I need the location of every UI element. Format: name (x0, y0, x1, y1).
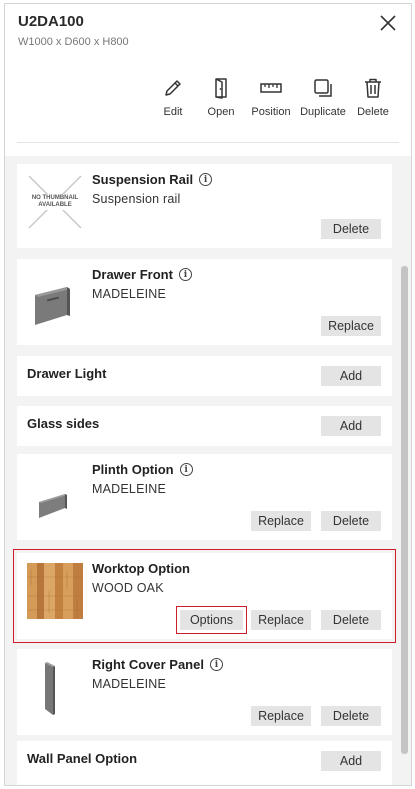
list-item-wall-panel-option: Wall Panel Option Add (17, 741, 392, 785)
item-name: Plinth Option i (92, 462, 193, 477)
list-item-drawer-light: Drawer Light Add (17, 356, 392, 396)
panel-header: U2DA100 W1000 x D600 x H800 Edit Open Po… (5, 4, 411, 159)
item-description: Suspension rail (92, 192, 181, 206)
duplicate-label: Duplicate (300, 106, 346, 118)
item-name-text: Drawer Front (92, 267, 173, 282)
delete-label: Delete (357, 106, 389, 118)
list-item-worktop-option[interactable]: Worktop Option WOOD OAK Options Replace … (13, 549, 396, 643)
no-thumbnail-label: NO THUMBNAIL AVAILABLE (31, 195, 79, 208)
toolbar: Edit Open Position Duplicate Delete (147, 76, 399, 118)
item-name: Suspension Rail i (92, 172, 213, 187)
list-item-plinth-option: Plinth Option i MADELEINE Replace Delete (17, 454, 392, 540)
duplicate-button[interactable]: Duplicate (295, 76, 351, 118)
plinth-thumbnail (27, 464, 83, 520)
item-name: Wall Panel Option (27, 751, 138, 766)
edit-button[interactable]: Edit (147, 76, 199, 118)
item-description: WOOD OAK (92, 581, 164, 595)
item-description: MADELEINE (92, 287, 167, 301)
replace-item-button[interactable]: Replace (251, 511, 311, 531)
item-description: MADELEINE (92, 677, 167, 691)
duplicate-icon (314, 79, 332, 97)
item-name-text: Plinth Option (92, 462, 174, 477)
delete-item-button[interactable]: Delete (321, 610, 381, 630)
info-icon[interactable]: i (178, 268, 192, 281)
ruler-icon (260, 83, 282, 93)
item-name-text: Suspension Rail (92, 172, 194, 187)
door-open-icon (215, 78, 227, 99)
position-button[interactable]: Position (243, 76, 299, 118)
trash-icon (365, 78, 381, 98)
page-title: U2DA100 (18, 13, 84, 30)
open-button[interactable]: Open (195, 76, 247, 118)
info-icon[interactable]: i (199, 173, 213, 186)
replace-item-button[interactable]: Replace (251, 610, 311, 630)
add-item-button[interactable]: Add (321, 416, 381, 436)
list-item-drawer-front: Drawer Front i MADELEINE Replace (17, 259, 392, 345)
delete-item-button[interactable]: Delete (321, 219, 381, 239)
item-name: Glass sides (27, 416, 100, 431)
edit-label: Edit (163, 106, 183, 118)
position-label: Position (251, 106, 291, 118)
delete-item-button[interactable]: Delete (321, 511, 381, 531)
info-icon[interactable]: i (209, 658, 223, 671)
item-name: Drawer Front i (92, 267, 192, 282)
item-name: Right Cover Panel i (92, 657, 223, 672)
list-item-suspension-rail: NO THUMBNAIL AVAILABLE Suspension Rail i … (17, 164, 392, 248)
close-icon[interactable] (379, 14, 397, 32)
list-item-glass-sides: Glass sides Add (17, 406, 392, 446)
delete-button[interactable]: Delete (347, 76, 399, 118)
scrollbar[interactable] (401, 266, 408, 754)
options-item-button[interactable]: Options (176, 606, 247, 634)
cover-panel-thumbnail (27, 659, 83, 715)
info-icon[interactable]: i (179, 463, 193, 476)
item-name: Worktop Option (92, 561, 190, 576)
component-list: NO THUMBNAIL AVAILABLE Suspension Rail i … (5, 156, 411, 785)
dimensions-subtitle: W1000 x D600 x H800 (18, 36, 129, 48)
header-divider (17, 142, 399, 143)
open-label: Open (207, 106, 235, 118)
item-name: Drawer Light (27, 366, 107, 381)
cabinet-properties-panel: U2DA100 W1000 x D600 x H800 Edit Open Po… (4, 3, 412, 786)
no-thumbnail-image: NO THUMBNAIL AVAILABLE (27, 174, 83, 230)
item-description: MADELEINE (92, 482, 167, 496)
list-item-right-cover-panel: Right Cover Panel i MADELEINE Replace Del… (17, 649, 392, 735)
drawer-front-thumbnail (27, 269, 83, 325)
add-item-button[interactable]: Add (321, 751, 381, 771)
item-name-text: Right Cover Panel (92, 657, 204, 672)
replace-item-button[interactable]: Replace (321, 316, 381, 336)
delete-item-button[interactable]: Delete (321, 706, 381, 726)
wood-oak-thumbnail (27, 563, 83, 619)
pencil-icon (165, 80, 181, 96)
add-item-button[interactable]: Add (321, 366, 381, 386)
replace-item-button[interactable]: Replace (251, 706, 311, 726)
